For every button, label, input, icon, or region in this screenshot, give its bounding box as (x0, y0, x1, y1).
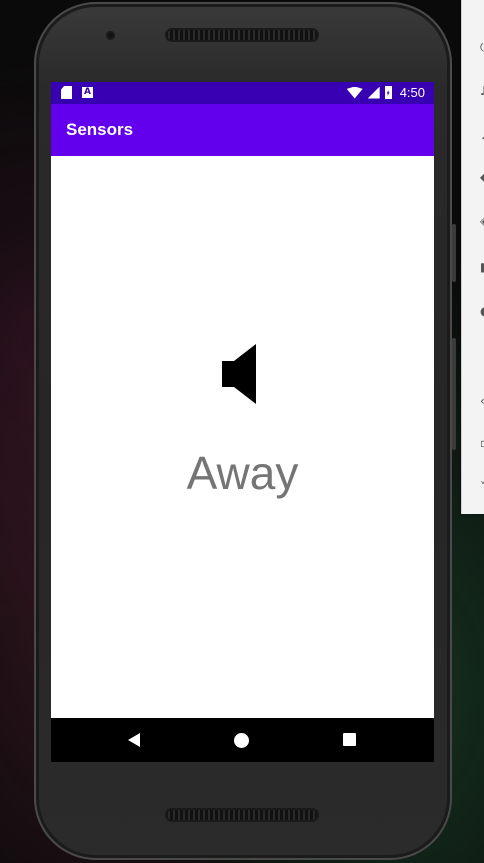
bottom-speaker (165, 808, 319, 822)
app-bar: Sensors (51, 104, 434, 156)
wifi-icon (346, 86, 363, 99)
overview-icon[interactable]: ˅ (480, 481, 484, 493)
a-notification-icon: A (82, 87, 93, 98)
back-icon[interactable]: ‹ (480, 395, 484, 407)
status-bar: A 4:50 (51, 82, 434, 104)
signal-icon (367, 86, 380, 99)
earpiece-speaker (165, 28, 319, 42)
main-content: Away (51, 156, 434, 718)
camera-icon[interactable]: ■ (480, 261, 484, 273)
emulator-toolbar: ⏻ ♪ ♫ ◆ ◈ ■ ● ‹ ▫ ˅ (461, 0, 484, 514)
rotate-left-icon[interactable]: ◆ (480, 171, 484, 183)
volume-button[interactable] (452, 224, 456, 282)
status-time: 4:50 (399, 85, 425, 100)
rotate-right-icon[interactable]: ◈ (480, 215, 484, 227)
recents-icon[interactable] (343, 733, 356, 746)
zoom-icon[interactable]: ● (480, 305, 484, 317)
power-button[interactable] (452, 338, 456, 450)
front-camera (106, 31, 115, 40)
battery-charging-icon (384, 86, 392, 99)
proximity-state-label: Away (186, 447, 299, 499)
power-icon[interactable]: ⏻ (480, 41, 484, 53)
app-title: Sensors (66, 120, 134, 139)
volume-down-icon[interactable]: ♫ (480, 129, 484, 141)
home-icon[interactable]: ▫ (480, 437, 484, 449)
back-icon[interactable] (128, 733, 140, 747)
home-icon[interactable] (234, 733, 249, 748)
navigation-bar (51, 718, 434, 762)
device-screen: A 4:50 Sensors Away (51, 82, 434, 762)
sd-card-icon (61, 86, 72, 99)
volume-up-icon[interactable]: ♪ (480, 85, 484, 97)
speaker-muted-icon (222, 344, 256, 404)
